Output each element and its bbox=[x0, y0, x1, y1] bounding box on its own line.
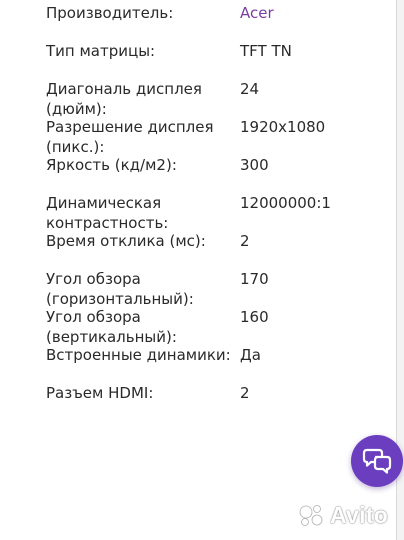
spec-row-matrix-type: Тип матрицы: TFT TN bbox=[46, 41, 386, 61]
spec-label: Производитель: bbox=[46, 4, 174, 22]
spec-label: Угол обзора (горизонтальный): bbox=[46, 270, 194, 308]
chat-button[interactable] bbox=[351, 435, 403, 487]
spec-value: 24 bbox=[240, 80, 260, 98]
spec-row-contrast: Динамическая контрастность: 12000000:1 bbox=[46, 193, 386, 233]
specs-panel: Производитель: Acer Тип матрицы: TFT TN … bbox=[0, 0, 397, 540]
spec-row-manufacturer: Производитель: Acer bbox=[46, 3, 386, 23]
spec-value: 2 bbox=[240, 232, 250, 250]
spec-label: Яркость (кд/м2): bbox=[46, 156, 177, 174]
spec-label: Разрешение дисплея (пикс.): bbox=[46, 118, 214, 156]
spec-value-manufacturer-link[interactable]: Acer bbox=[240, 3, 274, 23]
spec-label: Динамическая контрастность: bbox=[46, 194, 169, 232]
spec-row-diagonal: Диагональ дисплея (дюйм): 24 bbox=[46, 79, 386, 119]
avito-wordmark: Avito bbox=[330, 501, 389, 528]
spec-value: 12000000:1 bbox=[240, 194, 331, 212]
spec-value: Да bbox=[240, 346, 261, 364]
spec-row-brightness: Яркость (кд/м2): 300 bbox=[46, 155, 386, 175]
spec-row-viewing-angle-h: Угол обзора (горизонтальный): 170 bbox=[46, 269, 386, 309]
spec-value: 2 bbox=[240, 384, 250, 402]
chat-bubbles-icon bbox=[362, 448, 392, 474]
spec-label: Встроенные динамики: bbox=[46, 346, 231, 364]
specs-list: Производитель: Acer Тип матрицы: TFT TN … bbox=[46, 3, 386, 402]
spec-value: 1920x1080 bbox=[240, 118, 326, 136]
spec-label: Тип матрицы: bbox=[46, 42, 156, 60]
spec-value: 170 bbox=[240, 270, 269, 288]
spec-row-viewing-angle-v: Угол обзора (вертикальный): 160 bbox=[46, 307, 386, 347]
spec-row-speakers: Встроенные динамики: Да bbox=[46, 345, 386, 365]
avito-watermark: Avito bbox=[298, 500, 398, 530]
spec-label: Угол обзора (вертикальный): bbox=[46, 308, 177, 346]
spec-label: Разъем HDMI: bbox=[46, 384, 154, 402]
spec-value: 300 bbox=[240, 156, 269, 174]
spec-row-response-time: Время отклика (мс): 2 bbox=[46, 231, 386, 251]
spec-label: Диагональ дисплея (дюйм): bbox=[46, 80, 202, 118]
spec-row-resolution: Разрешение дисплея (пикс.): 1920x1080 bbox=[46, 117, 386, 157]
avito-dots-icon bbox=[299, 505, 323, 526]
spec-value: 160 bbox=[240, 308, 269, 326]
spec-value: TFT TN bbox=[240, 42, 292, 60]
spec-label: Время отклика (мс): bbox=[46, 232, 206, 250]
spec-row-hdmi: Разъем HDMI: 2 bbox=[46, 383, 386, 403]
